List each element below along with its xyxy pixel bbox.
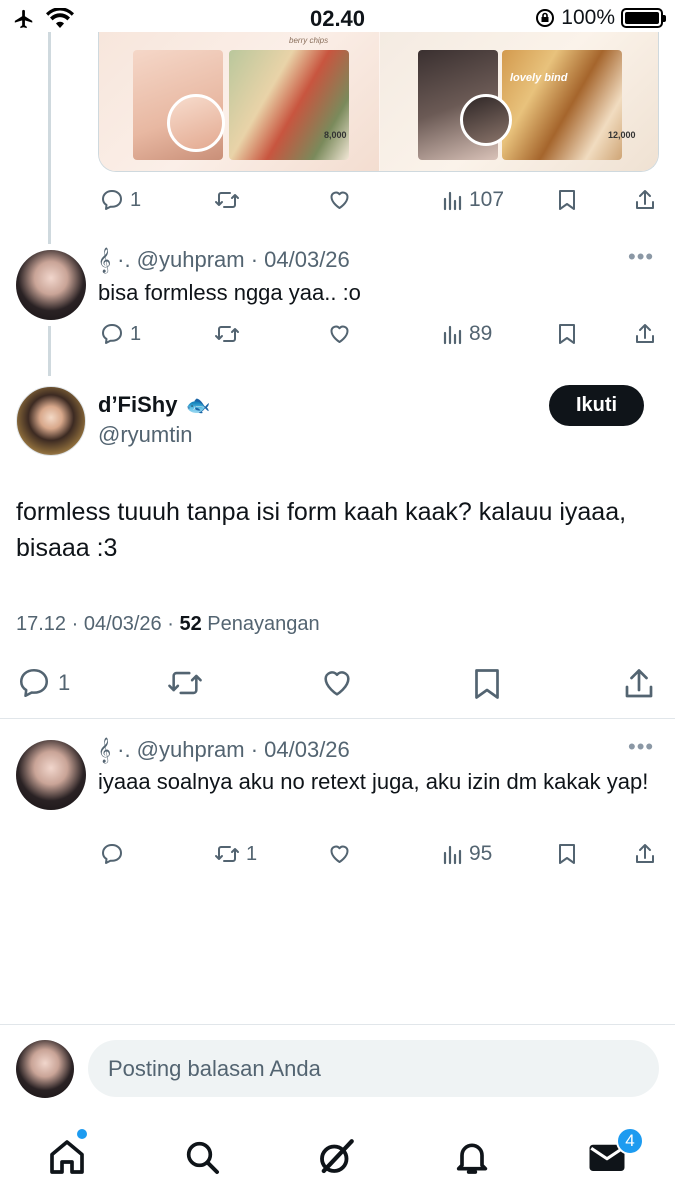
reply1-text: bisa formless ngga yaa.. :o — [98, 280, 361, 305]
main-like-button[interactable] — [318, 666, 356, 700]
main-bookmark-button[interactable] — [470, 666, 504, 702]
reply2-views-button[interactable]: 95 — [443, 842, 492, 866]
reply1-views-button[interactable]: 89 — [443, 322, 492, 346]
nav-search[interactable] — [180, 1135, 224, 1179]
more-options-icon[interactable]: ••• — [628, 244, 654, 270]
reply2-reply-button[interactable] — [100, 842, 124, 866]
heart-icon — [327, 188, 352, 212]
reply-icon — [100, 188, 124, 212]
reply2-handle[interactable]: 𝄞 ·. @yuhpram · 04/03/26 — [98, 737, 350, 763]
bookmark-icon — [556, 842, 578, 866]
more-options-icon[interactable]: ••• — [628, 734, 654, 760]
heart-icon — [327, 842, 352, 866]
share-icon — [622, 666, 656, 702]
reply-icon — [16, 666, 52, 700]
views-icon — [443, 189, 463, 211]
search-icon — [182, 1137, 222, 1177]
fish-emoji: 🐟 — [185, 394, 211, 417]
reply2-text: iyaaa soalnya aku no retext juga, aku iz… — [98, 769, 649, 794]
reply-input[interactable]: Posting balasan Anda — [88, 1040, 659, 1097]
reply2-share-button[interactable] — [634, 842, 656, 866]
battery-icon — [621, 8, 666, 28]
media-circle-portrait — [167, 94, 225, 152]
reply-icon — [100, 322, 124, 346]
avatar-yuhpram[interactable] — [16, 740, 86, 810]
reply1-retweet-button[interactable] — [214, 322, 240, 346]
retweet-button[interactable] — [214, 188, 240, 212]
bookmark-button[interactable] — [556, 188, 578, 212]
share-icon — [634, 842, 656, 866]
share-button[interactable] — [634, 188, 656, 212]
views-icon — [443, 323, 463, 345]
avatar-yuhpram[interactable] — [16, 250, 86, 320]
bookmark-icon — [556, 188, 578, 212]
divider — [0, 718, 675, 719]
grok-icon — [315, 1136, 357, 1178]
nav-notifications[interactable] — [450, 1135, 494, 1179]
views-count: 95 — [469, 842, 493, 865]
share-icon — [634, 188, 656, 212]
reply1-like-button[interactable] — [327, 322, 352, 346]
reply1-handle[interactable]: 𝄞 ·. @yuhpram · 04/03/26 — [98, 247, 350, 273]
display-name: d’FiShy — [98, 392, 178, 417]
views-count: 89 — [469, 322, 493, 345]
bell-icon — [452, 1137, 492, 1177]
reply1-bookmark-button[interactable] — [556, 322, 578, 346]
main-share-button[interactable] — [622, 666, 656, 702]
tweet-media[interactable]: berry chips 8,000 lovely bind 12,000 — [98, 32, 659, 172]
bookmark-icon — [470, 666, 504, 702]
avatar-current-user[interactable] — [16, 1040, 74, 1098]
main-tweet-text: formless tuuuh tanpa isi form kaah kaak?… — [16, 498, 627, 562]
share-icon — [634, 322, 656, 346]
home-icon — [47, 1137, 87, 1177]
tweet-meta: 17.12 · 04/03/26 · 52 Penayangan — [16, 613, 320, 636]
status-right: 100% — [535, 6, 666, 30]
rotation-lock-icon — [535, 8, 555, 28]
main-handle[interactable]: @ryumtin — [98, 422, 192, 448]
reply-count: 1 — [130, 322, 142, 345]
nav-grok[interactable] — [314, 1135, 358, 1179]
avatar-ryumtin[interactable] — [16, 386, 86, 456]
messages-badge: 4 — [616, 1127, 644, 1155]
media-image-right[interactable]: lovely bind 12,000 — [380, 32, 658, 171]
reply1-reply-button[interactable]: 1 — [100, 322, 141, 346]
views-icon — [443, 843, 463, 865]
reply2-retweet-button[interactable]: 1 — [214, 842, 257, 866]
heart-icon — [318, 666, 356, 700]
bookmark-icon — [556, 322, 578, 346]
retweet-icon — [214, 842, 240, 866]
reply2-like-button[interactable] — [327, 842, 352, 866]
divider — [0, 1024, 675, 1025]
main-retweet-button[interactable] — [165, 666, 205, 700]
meta-views-count: 52 — [179, 613, 202, 635]
reply-icon — [100, 842, 124, 866]
media-circle-portrait-2 — [460, 94, 512, 146]
meta-views-label[interactable]: Penayangan — [207, 613, 319, 635]
follow-button[interactable]: Ikuti — [549, 385, 644, 426]
views-button[interactable]: 107 — [443, 188, 504, 212]
retweet-icon — [165, 666, 205, 700]
main-display-name-row[interactable]: d’FiShy 🐟 — [98, 392, 210, 418]
meta-time: 17.12 · 04/03/26 · — [16, 613, 174, 635]
reply2-bookmark-button[interactable] — [556, 842, 578, 866]
thread-line — [48, 326, 51, 376]
battery-percent: 100% — [561, 6, 615, 29]
thread-line — [48, 32, 51, 244]
heart-icon — [327, 322, 352, 346]
retweet-icon — [214, 188, 240, 212]
media-image-left[interactable]: berry chips 8,000 — [99, 32, 379, 171]
reply1-share-button[interactable] — [634, 322, 656, 346]
home-notification-dot — [77, 1129, 87, 1139]
retweet-icon — [214, 322, 240, 346]
views-count: 107 — [469, 188, 505, 211]
reply-count: 1 — [58, 670, 71, 695]
reply-button[interactable]: 1 — [100, 188, 141, 212]
reply-count: 1 — [130, 188, 142, 211]
nav-home[interactable] — [45, 1135, 89, 1179]
retweet-count: 1 — [246, 842, 258, 865]
main-reply-button[interactable]: 1 — [16, 666, 70, 700]
like-button[interactable] — [327, 188, 352, 212]
